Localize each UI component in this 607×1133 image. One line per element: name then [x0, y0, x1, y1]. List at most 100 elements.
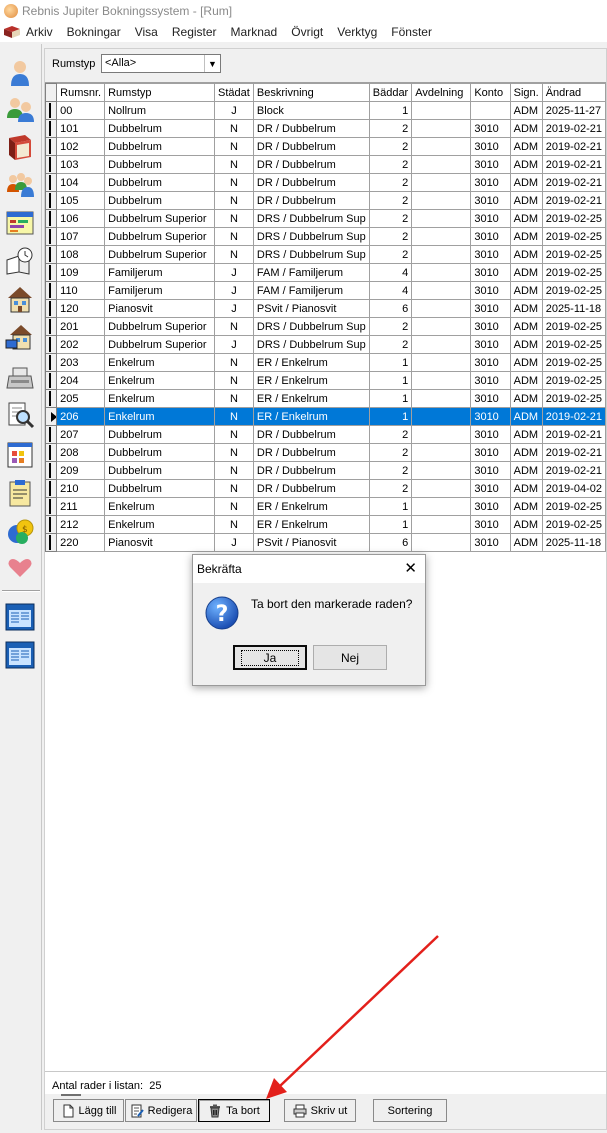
cell-beskrivning[interactable]: PSvit / Pianosvit — [252, 299, 370, 318]
column-header[interactable]: Rumstyp — [104, 83, 215, 102]
cell-beskrivning[interactable]: PSvit / Pianosvit — [252, 533, 370, 552]
cell-rumsnr[interactable]: 120 — [56, 299, 106, 318]
table-row[interactable]: 201 Dubbelrum Superior N DRS / Dubbelrum Su… — [44, 317, 607, 336]
row-indicator[interactable] — [44, 137, 58, 156]
table-row[interactable]: 203 Enkelrum N ER / Enkelrum 1 3010 ADM 2019-02… — [44, 353, 607, 372]
cell-rumsnr[interactable]: 105 — [56, 191, 106, 210]
cell-sign[interactable]: ADM — [509, 533, 543, 552]
table-row[interactable]: 204 Enkelrum N ER / Enkelrum 1 3010 ADM 2019-02… — [44, 371, 607, 390]
table-row[interactable]: 212 Enkelrum N ER / Enkelrum 1 3010 ADM 2019-02… — [44, 515, 607, 534]
cell-andrad[interactable]: 2019-02-25 — [541, 389, 607, 408]
cell-rumsnr[interactable]: 201 — [56, 317, 106, 336]
cell-rumstyp[interactable]: Nollrum — [104, 101, 215, 120]
cell-konto[interactable]: 3010 — [470, 137, 511, 156]
cell-baddar[interactable]: 2 — [368, 461, 413, 480]
cell-stadat[interactable]: N — [213, 173, 254, 192]
table-row[interactable]: 104 Dubbelrum N DR / Dubbelrum 2 3010 ADM 2019-… — [44, 173, 607, 192]
cell-rumstyp[interactable]: Enkelrum — [104, 353, 215, 372]
row-indicator[interactable] — [44, 389, 58, 408]
cell-rumsnr[interactable]: 102 — [56, 137, 106, 156]
cell-sign[interactable]: ADM — [509, 245, 543, 264]
cell-andrad[interactable]: 2019-02-25 — [541, 353, 607, 372]
table-row[interactable]: 101 Dubbelrum N DR / Dubbelrum 2 3010 ADM 2019-… — [44, 119, 607, 138]
delete-button[interactable]: Ta bort — [198, 1099, 270, 1122]
cell-rumstyp[interactable]: Dubbelrum — [104, 119, 215, 138]
column-header[interactable]: Rumsnr. — [56, 83, 106, 102]
cell-stadat[interactable]: N — [213, 479, 254, 498]
table-row[interactable]: 220 Pianosvit J PSvit / Pianosvit 6 3010 ADM 20… — [44, 533, 607, 552]
cell-sign[interactable]: ADM — [509, 191, 543, 210]
cell-rumstyp[interactable]: Dubbelrum Superior — [104, 227, 215, 246]
cell-rumsnr[interactable]: 109 — [56, 263, 106, 282]
row-indicator[interactable] — [44, 497, 58, 516]
cell-konto[interactable]: 3010 — [470, 173, 511, 192]
menu-item[interactable]: Verktyg — [337, 25, 377, 39]
row-indicator[interactable] — [44, 119, 58, 138]
row-indicator[interactable] — [44, 407, 58, 426]
cell-konto[interactable]: 3010 — [470, 317, 511, 336]
cell-rumstyp[interactable]: Enkelrum — [104, 515, 215, 534]
cell-konto[interactable]: 3010 — [470, 281, 511, 300]
cell-sign[interactable]: ADM — [509, 299, 543, 318]
cell-sign[interactable]: ADM — [509, 425, 543, 444]
cell-rumsnr[interactable]: 207 — [56, 425, 106, 444]
cell-rumstyp[interactable]: Dubbelrum Superior — [104, 335, 215, 354]
cell-rumstyp[interactable]: Enkelrum — [104, 497, 215, 516]
cell-sign[interactable]: ADM — [509, 335, 543, 354]
cell-baddar[interactable]: 1 — [368, 497, 413, 516]
cell-andrad[interactable]: 2025-11-18 — [541, 533, 607, 552]
cell-stadat[interactable]: N — [213, 443, 254, 462]
cell-avdelning[interactable] — [411, 299, 472, 318]
cell-rumsnr[interactable]: 104 — [56, 173, 106, 192]
cell-andrad[interactable]: 2019-02-25 — [541, 335, 607, 354]
add-button[interactable]: Lägg till — [53, 1099, 124, 1122]
cell-sign[interactable]: ADM — [509, 137, 543, 156]
cell-rumstyp[interactable]: Enkelrum — [104, 389, 215, 408]
cell-stadat[interactable]: N — [213, 209, 254, 228]
cell-beskrivning[interactable]: Block — [252, 101, 370, 120]
cell-beskrivning[interactable]: FAM / Familjerum — [252, 281, 370, 300]
cell-rumstyp[interactable]: Pianosvit — [104, 533, 215, 552]
row-indicator[interactable] — [44, 461, 58, 480]
cell-stadat[interactable]: N — [213, 317, 254, 336]
cell-beskrivning[interactable]: DRS / Dubbelrum Sup — [252, 335, 370, 354]
cell-andrad[interactable]: 2019-02-25 — [541, 515, 607, 534]
heart-icon[interactable] — [3, 550, 37, 584]
column-header[interactable]: Bäddar — [368, 83, 413, 102]
cell-avdelning[interactable] — [411, 335, 472, 354]
row-indicator[interactable] — [44, 245, 58, 264]
menu-item[interactable]: Övrigt — [291, 25, 323, 39]
cell-baddar[interactable]: 2 — [368, 479, 413, 498]
cell-andrad[interactable]: 2019-02-25 — [541, 227, 607, 246]
cell-avdelning[interactable] — [411, 245, 472, 264]
cell-avdelning[interactable] — [411, 281, 472, 300]
cell-beskrivning[interactable]: DR / Dubbelrum — [252, 461, 370, 480]
cell-beskrivning[interactable]: DRS / Dubbelrum Sup — [252, 245, 370, 264]
cell-avdelning[interactable] — [411, 101, 472, 120]
cell-sign[interactable]: ADM — [509, 443, 543, 462]
clipboard-icon[interactable] — [3, 476, 37, 510]
cell-beskrivning[interactable]: DR / Dubbelrum — [252, 173, 370, 192]
row-indicator[interactable] — [44, 281, 58, 300]
menu-item[interactable]: Marknad — [231, 25, 278, 39]
cell-baddar[interactable]: 2 — [368, 191, 413, 210]
cell-andrad[interactable]: 2025-11-18 — [541, 299, 607, 318]
cash-register-icon[interactable] — [3, 360, 37, 394]
cell-konto[interactable]: 3010 — [470, 461, 511, 480]
menu-item[interactable]: Visa — [135, 25, 158, 39]
cell-avdelning[interactable] — [411, 191, 472, 210]
cell-konto[interactable]: 3010 — [470, 407, 511, 426]
cell-stadat[interactable]: N — [213, 515, 254, 534]
window-icon[interactable] — [3, 638, 37, 672]
table-row[interactable]: 207 Dubbelrum N DR / Dubbelrum 2 3010 ADM 2019-… — [44, 425, 607, 444]
table-row[interactable]: 108 Dubbelrum Superior N DRS / Dubbelrum Su… — [44, 245, 607, 264]
cell-avdelning[interactable] — [411, 461, 472, 480]
cell-baddar[interactable]: 2 — [368, 227, 413, 246]
cell-beskrivning[interactable]: DR / Dubbelrum — [252, 191, 370, 210]
person-icon[interactable] — [3, 56, 37, 90]
cell-avdelning[interactable] — [411, 353, 472, 372]
row-indicator[interactable] — [44, 101, 58, 120]
cell-sign[interactable]: ADM — [509, 227, 543, 246]
cell-baddar[interactable]: 2 — [368, 425, 413, 444]
cell-sign[interactable]: ADM — [509, 173, 543, 192]
